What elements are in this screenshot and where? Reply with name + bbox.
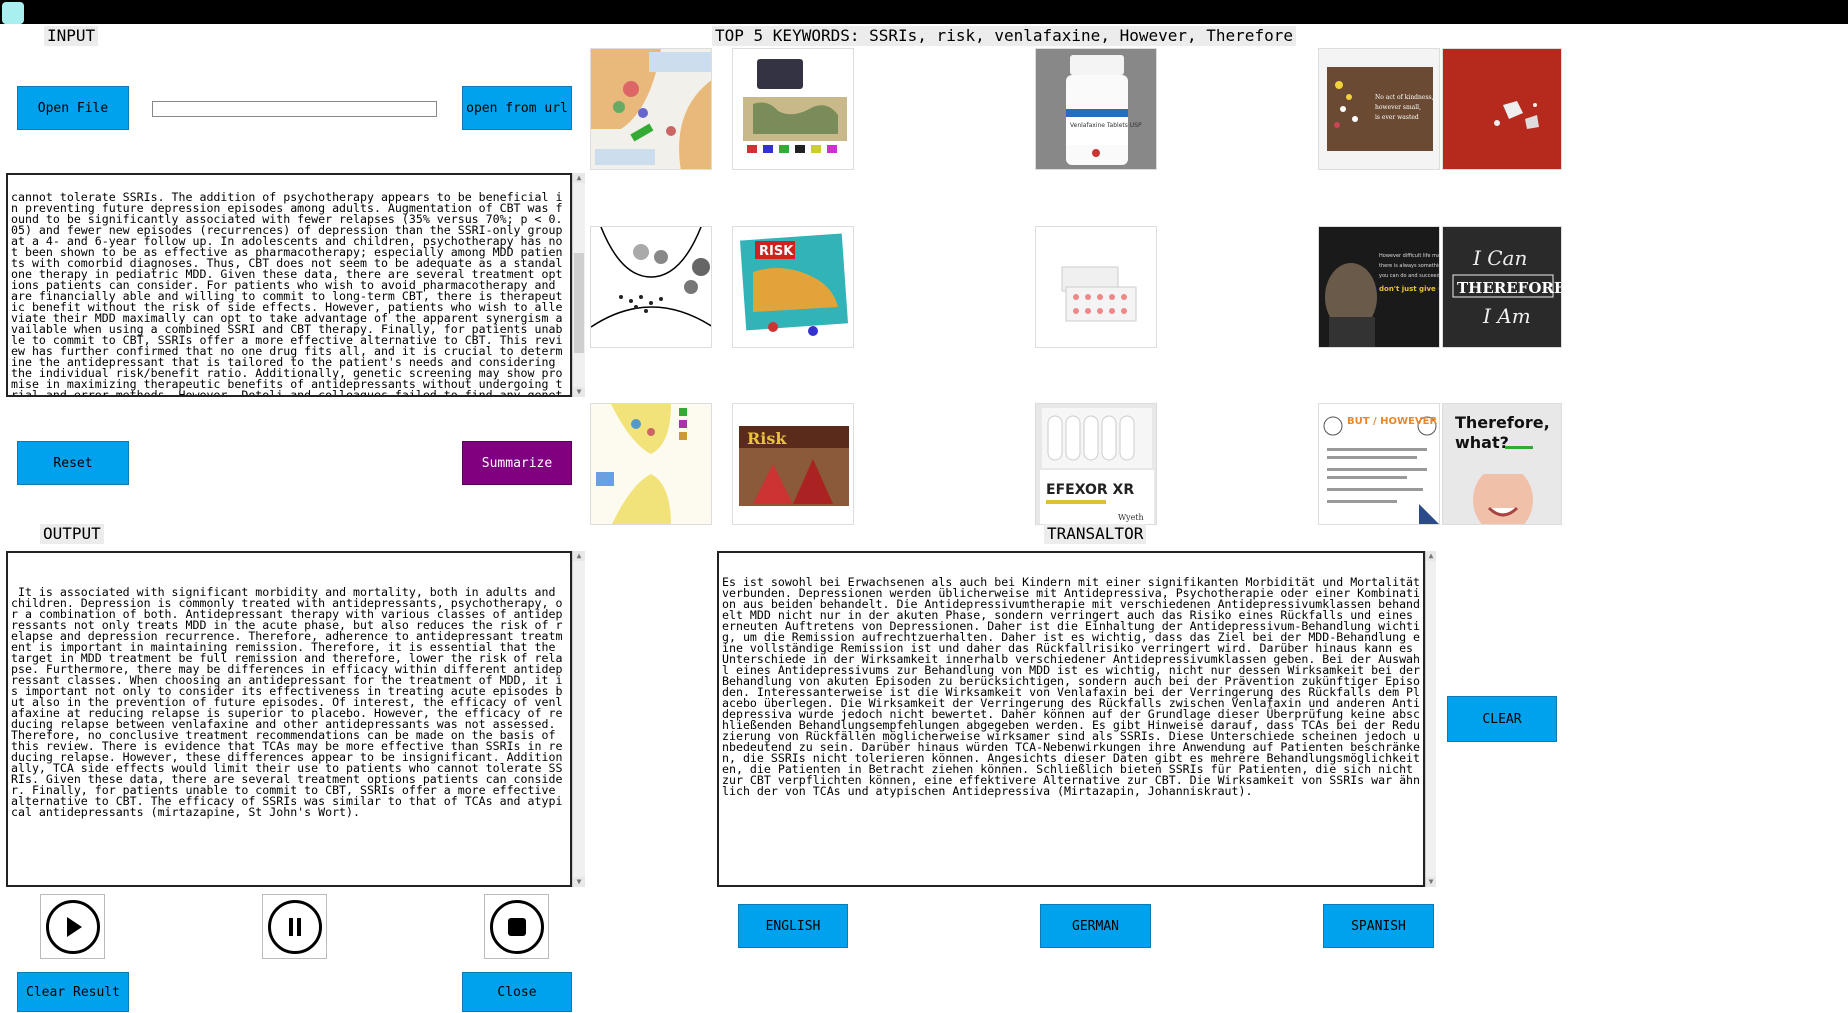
image-synapse-1 [590,48,712,170]
window-titlebar [0,0,1848,24]
translator-clear-button[interactable]: CLEAR [1447,696,1557,742]
can-text: I Can [1472,246,1527,270]
pause-button[interactable] [262,894,327,959]
url-input[interactable] [152,101,437,117]
wyeth-label: Wyeth [1118,513,1144,522]
open-from-url-button[interactable]: open from url [462,86,572,130]
clear-result-button[interactable]: Clear Result [17,972,129,1012]
spanish-button[interactable]: SPANISH [1323,904,1434,948]
kindness-quote-text: No act of kindness, [1375,94,1434,101]
kindness-quote-text-3: is ever wasted [1375,114,1419,121]
image-hawking-quote: However difficult life may seem, there i… [1318,226,1440,348]
input-text: cannot tolerate SSRIs. The addition of p… [11,190,563,397]
translator-text: Es ist sowohl bei Erwachsenen als auch b… [722,575,1421,798]
pause-icon [267,899,322,954]
stop-icon [489,899,544,954]
image-venlafaxine-bottle: Venlafaxine Tablets USP [1035,48,1157,170]
scroll-up-arrow-icon[interactable]: ▲ [573,551,585,561]
image-risk-board-1 [732,48,854,170]
output-text: It is associated with significant morbid… [11,585,563,819]
venlafaxine-label: Venlafaxine Tablets USP [1070,122,1142,129]
risk-box-title: Risk [747,429,787,448]
output-scrollbar[interactable]: ▲ ▼ [572,551,585,887]
play-button[interactable] [40,894,105,959]
image-synapse-2 [590,226,712,348]
translator-label: TRANSALTOR [1044,524,1147,544]
image-but-however: BUT / HOWEVER [1318,403,1440,525]
output-textarea[interactable]: It is associated with significant morbid… [6,551,572,887]
input-textarea[interactable]: cannot tolerate SSRIs. The addition of p… [6,173,572,397]
scroll-down-arrow-icon[interactable]: ▼ [573,387,585,397]
image-i-can-therefore-i-am: I Can THEREFORE I Am [1442,226,1562,348]
hawking-quote-line4: don't just give up. [1379,285,1440,293]
image-risk-box: Risk [732,403,854,525]
english-button[interactable]: ENGLISH [738,904,848,948]
image-broken-cup [1442,48,1562,170]
image-synapse-3 [590,403,712,525]
stop-button[interactable] [484,894,549,959]
scroll-up-arrow-icon[interactable]: ▲ [573,173,585,183]
input-label: INPUT [44,26,99,46]
hawking-quote-line3: you can do and succeed at. [1379,273,1440,279]
risk-title-text: RISK [759,244,794,259]
kindness-quote-text-2: however small, [1375,104,1421,111]
image-kindness-quote: No act of kindness, however small, is ev… [1318,48,1440,170]
effexor-label: EFEXOR XR [1046,482,1134,498]
translator-scrollbar[interactable]: ▲ ▼ [1425,551,1436,887]
translator-textarea[interactable]: Es ist sowohl bei Erwachsenen als auch b… [717,551,1425,887]
image-therefore-what: Therefore, what? [1442,403,1562,525]
therefore-text: THEREFORE [1457,279,1562,297]
play-icon [45,899,100,954]
scroll-down-arrow-icon[interactable]: ▼ [573,877,585,887]
but-however-title: BUT / HOWEVER [1347,416,1437,427]
german-button[interactable]: GERMAN [1040,904,1151,948]
app-icon [2,2,24,24]
open-file-button[interactable]: Open File [17,86,129,130]
input-scrollbar[interactable]: ▲ ▼ [572,173,585,397]
image-effexor-box: EFEXOR XR Wyeth [1035,403,1157,525]
hawking-quote-line1: However difficult life may seem, [1379,253,1440,259]
image-risk-board-2: RISK [732,226,854,348]
scroll-down-arrow-icon[interactable]: ▼ [1426,877,1436,887]
i-am-text: I Am [1482,304,1531,328]
scroll-thumb[interactable] [574,253,584,353]
output-label: OUTPUT [40,524,104,544]
hawking-quote-line2: there is always something [1379,263,1440,269]
keywords-label: TOP 5 KEYWORDS: SSRIs, risk, venlafaxine… [712,26,1296,46]
summarize-button[interactable]: Summarize [462,441,572,485]
therefore-what-line1: Therefore, [1455,413,1550,432]
image-venlafaxine-blister [1035,226,1157,348]
reset-button[interactable]: Reset [17,441,129,485]
therefore-what-line2: what? [1455,433,1509,452]
scroll-up-arrow-icon[interactable]: ▲ [1426,551,1436,561]
close-button[interactable]: Close [462,972,572,1012]
